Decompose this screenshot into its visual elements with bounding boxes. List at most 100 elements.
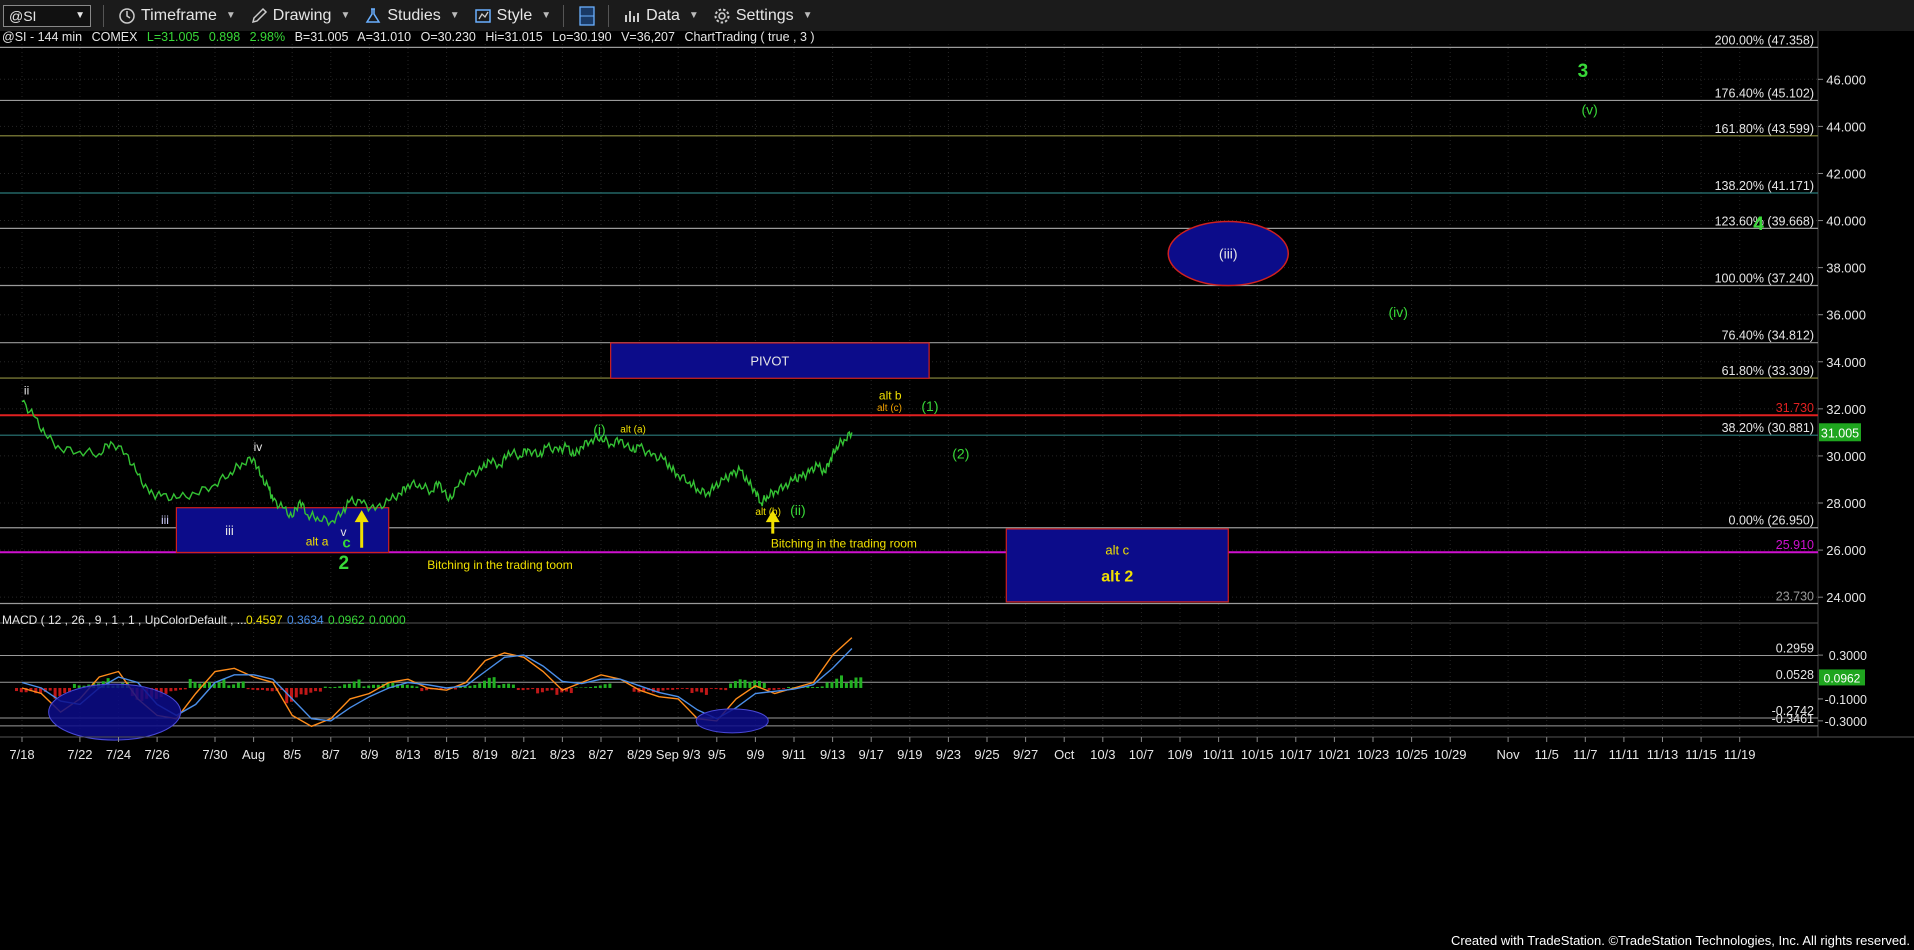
layout-button[interactable] xyxy=(578,5,596,27)
x-tick-label: 9/23 xyxy=(936,747,961,762)
x-tick-label: 11/11 xyxy=(1609,747,1640,762)
x-tick-label: 10/9 xyxy=(1167,747,1192,762)
macd-hist-bar xyxy=(695,687,699,692)
x-tick-label: 10/21 xyxy=(1318,747,1351,762)
wave-label: Bitching in the trading room xyxy=(771,537,917,551)
macd-value: 0.0000 xyxy=(369,613,406,627)
y-tick-label: 26.000 xyxy=(1826,543,1866,558)
macd-hist-bar xyxy=(680,687,684,689)
box-label: alt 2 xyxy=(1101,568,1133,585)
x-tick-label: 9/19 xyxy=(897,747,922,762)
macd-hist-bar xyxy=(574,687,578,688)
header-ask: A=31.010 xyxy=(357,31,411,44)
macd-hist-bar xyxy=(854,677,858,688)
price-chart[interactable]: 200.00% (47.358) 176.40% (45.102) 161.80% … xyxy=(0,31,1914,950)
macd-hist-bar xyxy=(700,687,704,693)
wave-label: (iv) xyxy=(1388,304,1407,320)
data-button[interactable]: Data ▼ xyxy=(623,7,699,25)
macd-hist-bar xyxy=(507,683,511,688)
level-label: 76.40% (34.812) xyxy=(1722,329,1814,343)
wave-label: iii xyxy=(161,513,169,527)
x-tick-label: Nov xyxy=(1497,747,1521,762)
y-tick-label: 36.000 xyxy=(1826,308,1866,323)
x-tick-label: 11/19 xyxy=(1724,747,1756,762)
macd-hist-bar xyxy=(531,687,535,690)
macd-hist-bar xyxy=(511,684,515,688)
x-tick-label: 10/17 xyxy=(1280,747,1313,762)
macd-hist-bar xyxy=(405,684,409,688)
drawing-button[interactable]: Drawing ▼ xyxy=(250,6,350,25)
macd-hist-bar xyxy=(487,677,491,688)
macd-hist-bar xyxy=(704,687,708,695)
drawing-label: Drawing xyxy=(272,6,332,24)
wave-label: alt a xyxy=(306,534,329,548)
x-tick-label: 8/7 xyxy=(322,747,340,762)
x-tick-label: 11/15 xyxy=(1685,747,1717,762)
macd-hist-bar xyxy=(738,679,742,688)
y-tick-label: 46.000 xyxy=(1826,72,1866,87)
macd-hist-bar xyxy=(333,686,337,688)
macd-hist-bar xyxy=(309,687,313,693)
macd-hist-bar xyxy=(825,682,829,688)
macd-hist-bar xyxy=(787,686,790,688)
header-open: O=30.230 xyxy=(421,31,476,44)
annotation-box xyxy=(175,507,390,554)
macd-hist-bar xyxy=(58,687,62,697)
y-tick-label: 32.000 xyxy=(1826,402,1866,417)
macd-hist-bar xyxy=(502,683,506,688)
macd-y-tick-label: -0.3000 xyxy=(1825,715,1867,729)
wave-label: alt (a) xyxy=(620,424,646,435)
macd-level-label: -0.3461 xyxy=(1772,712,1814,726)
chevron-down-icon[interactable]: ▼ xyxy=(75,10,85,21)
wave-label: (v) xyxy=(1581,102,1597,118)
chevron-down-icon: ▼ xyxy=(449,10,460,21)
x-tick-label: 8/13 xyxy=(395,747,420,762)
footer-credit: Created with TradeStation. ©TradeStation… xyxy=(1450,933,1910,948)
header-change: 0.898 xyxy=(209,31,240,44)
clock-icon xyxy=(119,7,135,24)
x-tick-label: Oct xyxy=(1054,747,1075,762)
header-bid: B=31.005 xyxy=(295,31,349,44)
chart-header: @SI - 144 min COMEX L=31.005 0.898 2.98%… xyxy=(2,31,815,44)
macd-hist-bar xyxy=(748,681,752,688)
style-label: Style xyxy=(496,6,533,24)
wave-label: (1) xyxy=(921,398,938,414)
level-label: 31.730 xyxy=(1776,401,1814,415)
macd-hist-bar xyxy=(598,685,602,688)
x-tick-label: 10/29 xyxy=(1434,747,1467,762)
timeframe-button[interactable]: Timeframe ▼ xyxy=(118,7,236,25)
y-tick-label: 44.000 xyxy=(1826,119,1866,134)
x-tick-label: 10/7 xyxy=(1129,747,1154,762)
box-label: iii xyxy=(225,523,234,538)
level-label: 100.00% (37.240) xyxy=(1715,272,1814,286)
x-tick-label: Sep 9/3 xyxy=(656,747,701,762)
header-exchange: COMEX xyxy=(92,31,139,44)
macd-hist-bar xyxy=(690,687,694,693)
studies-button[interactable]: Studies ▼ xyxy=(364,7,460,25)
macd-hist-bar xyxy=(15,687,18,692)
macd-hist-bar xyxy=(835,678,839,688)
ellipse-label: (iii) xyxy=(1219,245,1238,261)
flask-icon xyxy=(366,7,381,23)
macd-hist-bar xyxy=(743,679,747,688)
macd-hist-bar xyxy=(48,687,52,691)
symbol-input[interactable]: @SI ▼ xyxy=(3,4,91,27)
macd-hist-bar xyxy=(463,686,467,688)
macd-title: MACD ( 12 , 26 , 9 , 1 , 1 , UpColorDefa… xyxy=(2,613,247,627)
macd-hist-bar xyxy=(483,680,486,688)
wave-label: 2 xyxy=(339,553,350,574)
macd-hist-bar xyxy=(569,687,573,694)
macd-level-label: 0.0528 xyxy=(1776,668,1814,682)
x-tick-label: 7/30 xyxy=(202,747,227,762)
macd-hist-bar xyxy=(193,682,197,688)
macd-hist-bar xyxy=(299,687,303,695)
macd-hist-bar xyxy=(555,687,559,695)
style-button[interactable]: Style ▼ xyxy=(474,7,551,25)
macd-hist-bar xyxy=(338,686,342,688)
macd-hist-bar xyxy=(719,687,723,690)
x-tick-label: 9/9 xyxy=(746,747,764,762)
settings-button[interactable]: Settings ▼ xyxy=(713,7,813,25)
level-label: 0.00% (26.950) xyxy=(1729,514,1814,528)
macd-hist-bar xyxy=(545,687,549,691)
macd-hist-bar xyxy=(343,684,347,688)
